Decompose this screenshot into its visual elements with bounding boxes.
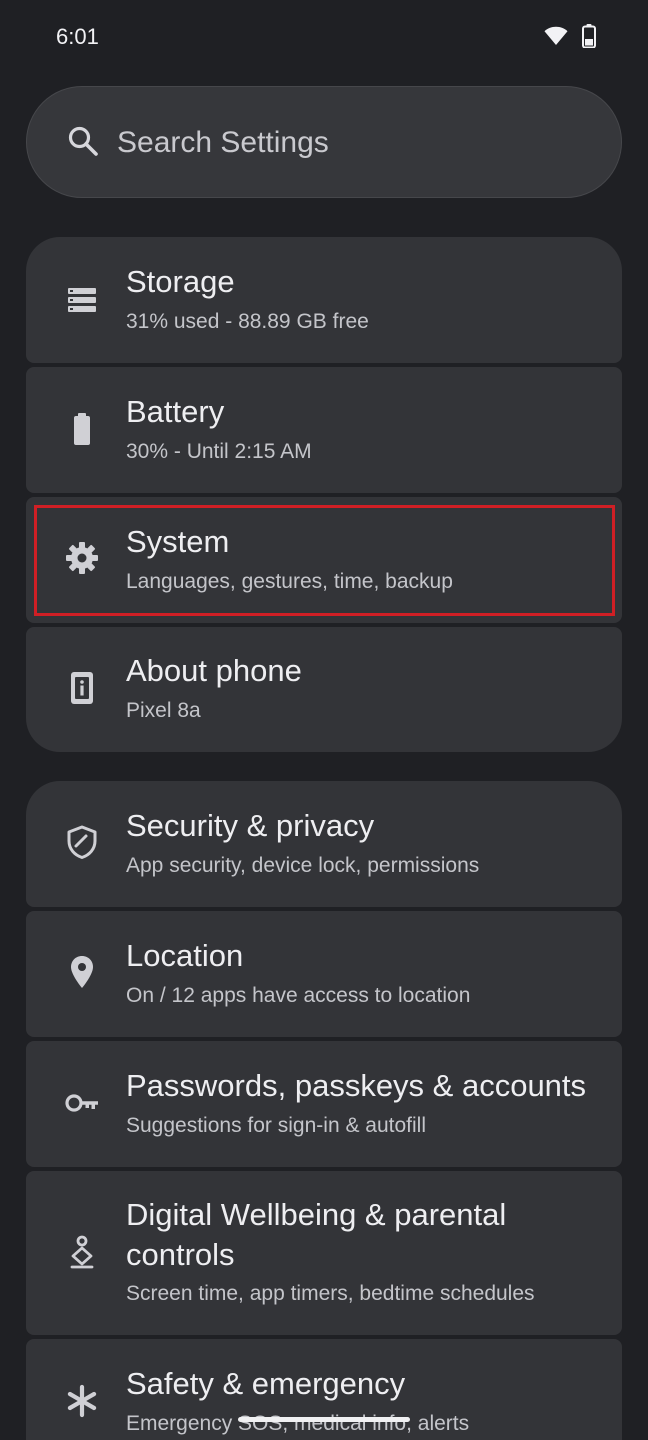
shield-icon — [67, 825, 97, 859]
key-icon — [65, 1094, 98, 1112]
status-icons — [544, 24, 596, 48]
storage-icon — [68, 288, 96, 312]
settings-item-safety-emergency[interactable]: Safety & emergency Emergency SOS, medica… — [26, 1339, 622, 1440]
settings-item-subtitle: Pixel 8a — [126, 699, 201, 722]
settings-item-title: Passwords, passkeys & accounts — [126, 1068, 587, 1103]
status-bar: 6:01 — [0, 0, 648, 76]
search-icon — [68, 126, 98, 156]
settings-item-subtitle: 31% used - 88.89 GB free — [126, 310, 369, 333]
settings-item-digital-wellbeing[interactable]: Digital Wellbeing & parental controls Sc… — [26, 1171, 622, 1335]
settings-item-subtitle: Emergency SOS, medical info, alerts — [126, 1412, 470, 1435]
settings-item-location[interactable]: Location On / 12 apps have access to loc… — [26, 911, 622, 1037]
wifi-icon — [544, 26, 568, 45]
wellbeing-icon — [70, 1235, 94, 1269]
battery-icon — [74, 413, 90, 445]
settings-item-storage[interactable]: Storage 31% used - 88.89 GB free — [26, 237, 622, 363]
settings-item-title: Safety & emergency — [126, 1366, 406, 1401]
settings-item-title: Security & privacy — [126, 808, 375, 843]
search-bar[interactable] — [26, 86, 622, 198]
settings-item-battery[interactable]: Battery 30% - Until 2:15 AM — [26, 367, 622, 493]
settings-item-subtitle: Screen time, app timers, bedtime schedul… — [126, 1282, 535, 1305]
settings-item-passwords-accounts[interactable]: Passwords, passkeys & accounts Suggestio… — [26, 1041, 622, 1167]
settings-item-subtitle: On / 12 apps have access to location — [126, 984, 471, 1007]
settings-item-subtitle: 30% - Until 2:15 AM — [126, 440, 312, 463]
settings-screen: 6:01 Search Settings Storage 31% used - … — [0, 0, 648, 1440]
battery-status-icon — [582, 24, 596, 48]
settings-item-title: Digital Wellbeing & parental controls — [126, 1197, 507, 1272]
settings-item-title: System — [126, 524, 230, 559]
phone-info-icon — [71, 672, 93, 704]
settings-item-title: Location — [126, 938, 244, 973]
search-input[interactable] — [115, 117, 599, 169]
status-time: 6:01 — [56, 24, 99, 49]
settings-item-about-phone[interactable]: About phone Pixel 8a — [26, 627, 622, 752]
settings-item-subtitle: App security, device lock, permissions — [126, 854, 480, 877]
settings-item-title: Battery — [126, 394, 225, 429]
settings-item-subtitle: Languages, gestures, time, backup — [126, 570, 453, 593]
settings-item-system[interactable]: System Languages, gestures, time, backup — [26, 497, 622, 623]
settings-item-subtitle: Suggestions for sign-in & autofill — [126, 1114, 426, 1137]
settings-item-title: Storage — [126, 264, 235, 299]
asterisk-icon — [67, 1384, 97, 1418]
gear-icon — [66, 542, 98, 574]
settings-item-title: About phone — [126, 653, 302, 688]
location-pin-icon — [71, 956, 93, 988]
navigation-handle[interactable] — [238, 1417, 410, 1422]
settings-item-security-privacy[interactable]: Security & privacy App security, device … — [26, 781, 622, 907]
